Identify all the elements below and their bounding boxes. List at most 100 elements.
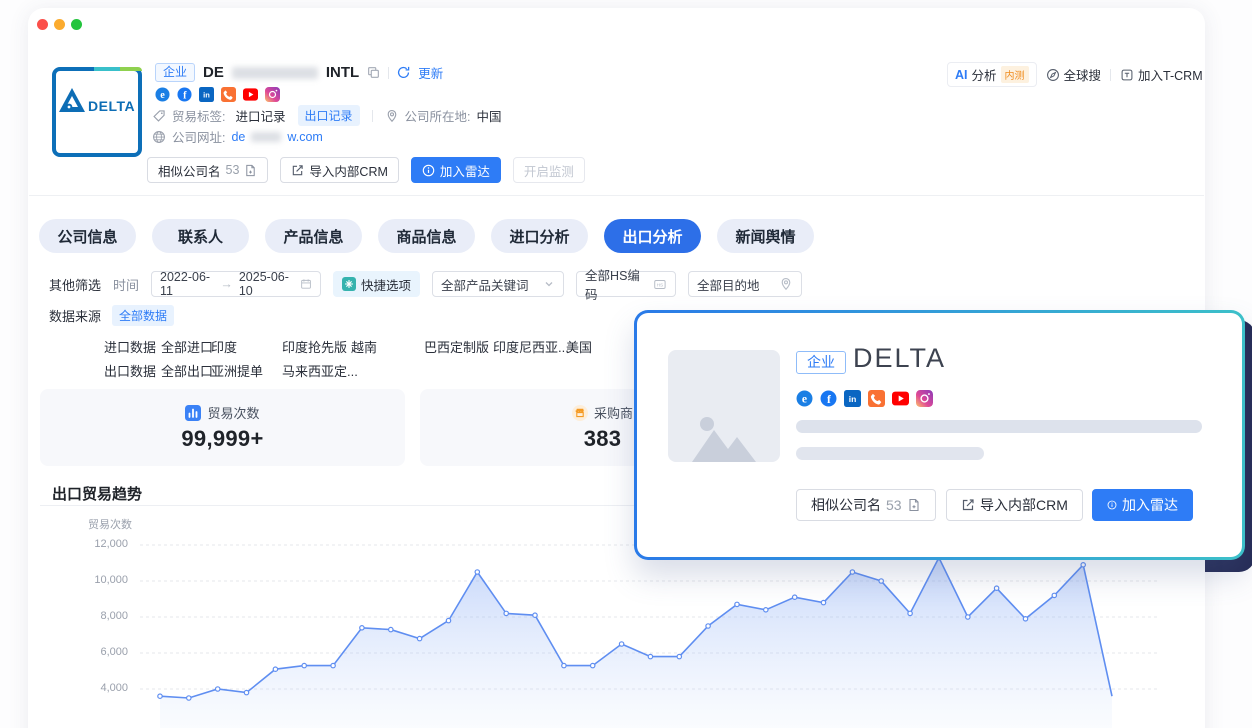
y-axis-label: 贸易次数 <box>88 516 132 532</box>
logo-accent-green <box>120 67 142 71</box>
y-axis-tick-label: 6,000 <box>60 646 128 658</box>
window-controls <box>37 19 82 30</box>
ai-analysis-button[interactable]: AI 分析 内测 <box>947 62 1037 87</box>
minimize-window-button[interactable] <box>54 19 65 30</box>
svg-text:f: f <box>827 393 831 406</box>
company-type-badge: 企业 <box>155 63 195 82</box>
website-icon[interactable]: e <box>796 390 813 407</box>
import-record-tag[interactable]: 进口记录 <box>235 106 285 125</box>
stat-label: 贸易次数 <box>207 403 259 422</box>
hs-code-select[interactable]: 全部HS编码 HS <box>576 271 676 297</box>
similar-company-button[interactable]: 相似公司名 53 <box>147 157 268 183</box>
data-source-option[interactable]: 全部进口 <box>161 337 213 356</box>
refresh-button[interactable]: 更新 <box>418 63 443 82</box>
y-axis-tick-label: 10,000 <box>60 574 128 586</box>
svg-text:in: in <box>849 394 857 404</box>
website-label: 公司网址: <box>172 127 225 146</box>
svg-text:HS: HS <box>657 282 664 288</box>
image-placeholder-icon <box>692 412 756 462</box>
company-image-placeholder <box>668 350 780 462</box>
youtube-icon[interactable] <box>243 87 258 102</box>
logo-accent-teal <box>94 67 120 71</box>
add-radar-button[interactable]: 加入雷达 <box>1092 489 1193 521</box>
tab-goods-info[interactable]: 商品信息 <box>378 219 475 253</box>
data-source-option[interactable]: 越南 <box>351 337 377 356</box>
start-monitor-button[interactable]: 开启监测 <box>513 157 585 183</box>
data-source-selected[interactable]: 全部数据 <box>112 305 174 326</box>
linkedin-icon[interactable]: in <box>844 390 861 407</box>
quick-options-button[interactable]: 快捷选项 <box>333 271 420 297</box>
phone-icon[interactable] <box>868 390 885 407</box>
tab-import-analysis[interactable]: 进口分析 <box>491 219 588 253</box>
close-window-button[interactable] <box>37 19 48 30</box>
quick-options-icon <box>342 277 356 291</box>
export-record-tag[interactable]: 出口记录 <box>298 105 360 126</box>
ai-label: AI <box>955 68 968 82</box>
data-source-option[interactable]: 印度尼西亚... <box>493 337 569 356</box>
instagram-icon[interactable] <box>916 390 933 407</box>
svg-text:e: e <box>160 90 165 101</box>
website-icon[interactable]: e <box>155 87 170 102</box>
copy-icon[interactable] <box>367 66 380 79</box>
stat-value: 99,999+ <box>181 426 263 452</box>
website-row: 公司网址: de w.com <box>152 127 323 146</box>
company-title-row: 企业 DE INTL 更新 <box>155 63 443 82</box>
other-filters-label[interactable]: 其他筛选 <box>49 275 101 294</box>
divider <box>372 110 373 122</box>
tag-icon <box>152 109 166 123</box>
data-source-header: 数据来源 全部数据 <box>49 305 174 326</box>
global-search-button[interactable]: 全球搜 <box>1046 65 1102 84</box>
destination-select[interactable]: 全部目的地 <box>688 271 802 297</box>
header-buttons-row: 相似公司名 53 导入内部CRM 加入雷达 开启监测 <box>147 157 585 183</box>
stat-card: 贸易次数 99,999+ <box>40 389 405 466</box>
data-source-option[interactable]: 亚洲提单 <box>211 361 263 380</box>
location-label: 公司所在地: <box>405 106 471 125</box>
data-source-option[interactable]: 全部出口 <box>161 361 213 380</box>
stat-label: 采购商 <box>594 403 633 422</box>
import-crm-button[interactable]: 导入内部CRM <box>280 157 398 183</box>
website-link-prefix[interactable]: de <box>231 130 245 144</box>
import-crm-button[interactable]: 导入内部CRM <box>946 489 1083 521</box>
tab-product-info[interactable]: 产品信息 <box>265 219 362 253</box>
map-pin-icon <box>779 277 793 291</box>
divider <box>1110 69 1111 81</box>
header-divider <box>29 195 1204 196</box>
filter-bar: 其他筛选 时间 2022-06-11 → 2025-06-10 快捷选项 全部产… <box>49 271 802 297</box>
add-radar-button[interactable]: 加入雷达 <box>411 157 501 183</box>
tab-company-info[interactable]: 公司信息 <box>39 219 136 253</box>
data-source-option[interactable]: 马来西亚定... <box>282 361 358 380</box>
compass-icon <box>1046 68 1060 82</box>
tab-news[interactable]: 新闻舆情 <box>717 219 814 253</box>
buyer-icon <box>572 405 588 421</box>
data-source-option[interactable]: 印度 <box>211 337 237 356</box>
facebook-icon[interactable]: f <box>820 390 837 407</box>
document-icon <box>244 164 257 177</box>
chart-title: 出口贸易趋势 <box>52 483 142 504</box>
phone-icon[interactable] <box>221 87 236 102</box>
instagram-icon[interactable] <box>265 87 280 102</box>
website-link-suffix[interactable]: w.com <box>287 130 322 144</box>
tab-contacts[interactable]: 联系人 <box>152 219 249 253</box>
data-source-option[interactable]: 美国 <box>566 337 592 356</box>
company-logo: DELTA <box>52 67 142 157</box>
data-source-option[interactable]: 印度抢先版 <box>282 337 347 356</box>
youtube-icon[interactable] <box>892 390 909 407</box>
data-source-label: 数据来源 <box>49 306 101 325</box>
join-tcrm-button[interactable]: 加入T-CRM <box>1120 65 1203 84</box>
maximize-window-button[interactable] <box>71 19 82 30</box>
data-source-option[interactable]: 巴西定制版 <box>424 337 489 356</box>
refresh-icon[interactable] <box>397 66 410 79</box>
svg-text:e: e <box>802 393 807 406</box>
facebook-icon[interactable]: f <box>177 87 192 102</box>
similar-company-button[interactable]: 相似公司名 53 <box>796 489 936 521</box>
info-icon <box>422 164 435 177</box>
screenshot-root: DELTA 企业 DE INTL 更新 efin 贸易标签: 进口记录 出口记录… <box>0 0 1252 728</box>
linkedin-icon[interactable]: in <box>199 87 214 102</box>
tcrm-icon <box>1120 68 1134 82</box>
tab-export-analysis[interactable]: 出口分析 <box>604 219 701 253</box>
date-range-picker[interactable]: 2022-06-11 → 2025-06-10 <box>151 271 321 297</box>
y-axis-tick-label: 8,000 <box>60 610 128 622</box>
svg-text:f: f <box>183 90 187 101</box>
product-keyword-select[interactable]: 全部产品关键词 <box>432 271 564 297</box>
redacted-domain <box>251 132 281 142</box>
